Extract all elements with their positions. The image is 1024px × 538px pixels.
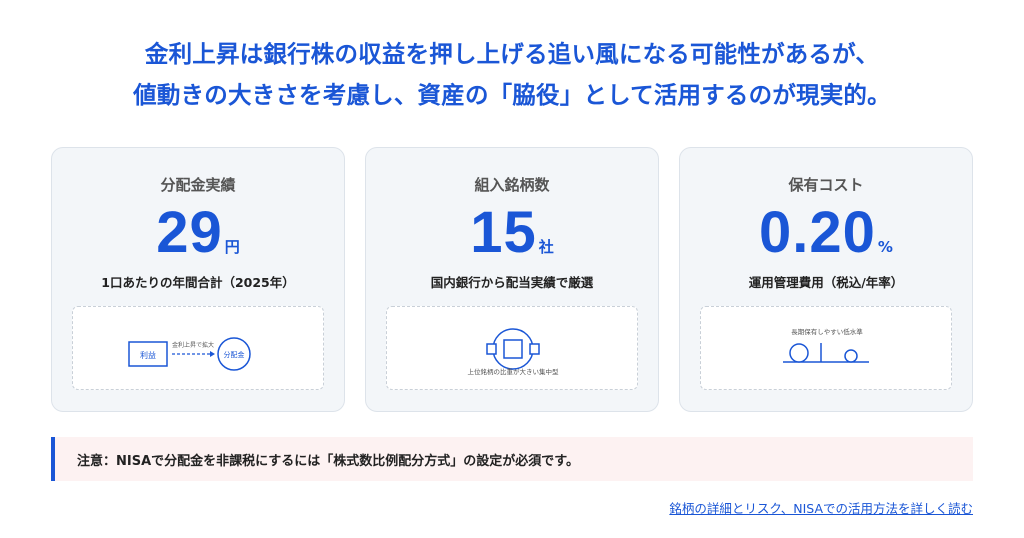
arrow-head-icon xyxy=(210,351,215,357)
dividend-circle-label: 分配金 xyxy=(224,350,245,359)
right-block xyxy=(529,343,540,355)
card-description: 国内銀行から配当実績で厳選 xyxy=(430,275,594,290)
headline: 金利上昇は銀行株の収益を押し上げる追い風になる可能性があるが、 値動きの大きさを… xyxy=(0,34,1024,116)
small-coin xyxy=(844,349,858,363)
card-value: 0.20% xyxy=(680,200,972,266)
card-value-number: 15 xyxy=(470,200,537,265)
headline-line-1: 金利上昇は銀行株の収益を押し上げる追い風になる可能性があるが、 xyxy=(144,40,880,68)
notice-box: 注意：NISAで分配金を非課税にするには「株式数比例配分方式」の設定が必須です。 xyxy=(51,437,973,481)
card-dividend: 分配金実績 29 円 1口あたりの年間合計（2025年） 利益 金利上昇で拡大 分… xyxy=(51,147,345,412)
card-description: 運用管理費用（税込/年率） xyxy=(748,275,904,290)
card-description: 1口あたりの年間合計（2025年） xyxy=(101,275,295,290)
card-value-number: 0.20 xyxy=(759,200,876,265)
card-value: 15 社 xyxy=(366,200,658,266)
card-value-number: 29 xyxy=(156,200,223,265)
card-title: 分配金実績 xyxy=(160,176,236,194)
card-illustration: 長期保有しやすい低水準 xyxy=(700,306,952,390)
card-title: 保有コスト xyxy=(788,176,864,194)
stats-cards: 分配金実績 29 円 1口あたりの年間合計（2025年） 利益 金利上昇で拡大 分… xyxy=(51,147,973,412)
card-illustration: 利益 金利上昇で拡大 分配金 xyxy=(72,306,324,390)
card-value: 29 円 xyxy=(52,200,344,266)
left-block xyxy=(486,343,497,355)
profit-to-dividend-diagram: 利益 金利上昇で拡大 分配金 xyxy=(128,337,251,371)
card-title: 組入銘柄数 xyxy=(474,176,550,194)
center-block xyxy=(503,339,523,359)
card-holdings: 組入銘柄数 15 社 国内銀行から配当実績で厳選 上位銘柄の比重が大きい集中型 xyxy=(365,147,659,412)
notice-text: 注意：NISAで分配金を非課税にするには「株式数比例配分方式」の設定が必須です。 xyxy=(77,454,579,469)
concentrated-portfolio-diagram: 上位銘柄の比重が大きい集中型 xyxy=(468,328,560,376)
illustration-caption: 上位銘柄の比重が大きい集中型 xyxy=(468,367,560,376)
large-coin xyxy=(789,343,809,363)
low-cost-diagram: 長期保有しやすい低水準 xyxy=(783,327,869,363)
card-illustration: 上位銘柄の比重が大きい集中型 xyxy=(386,306,638,390)
card-value-unit: % xyxy=(877,238,893,256)
illustration-caption: 長期保有しやすい低水準 xyxy=(791,327,863,336)
read-more-link[interactable]: 銘柄の詳細とリスク、NISAでの活用方法を詳しく読む xyxy=(669,498,973,517)
headline-line-2: 値動きの大きさを考慮し、資産の「脇役」として活用するのが現実的。 xyxy=(133,81,891,109)
arrow-label: 金利上昇で拡大 xyxy=(172,341,214,349)
card-value-unit: 円 xyxy=(224,238,240,256)
card-value-unit: 社 xyxy=(538,238,554,256)
card-cost: 保有コスト 0.20% 運用管理費用（税込/年率） 長期保有しやすい低水準 xyxy=(679,147,973,412)
profit-box-label: 利益 xyxy=(140,350,156,360)
